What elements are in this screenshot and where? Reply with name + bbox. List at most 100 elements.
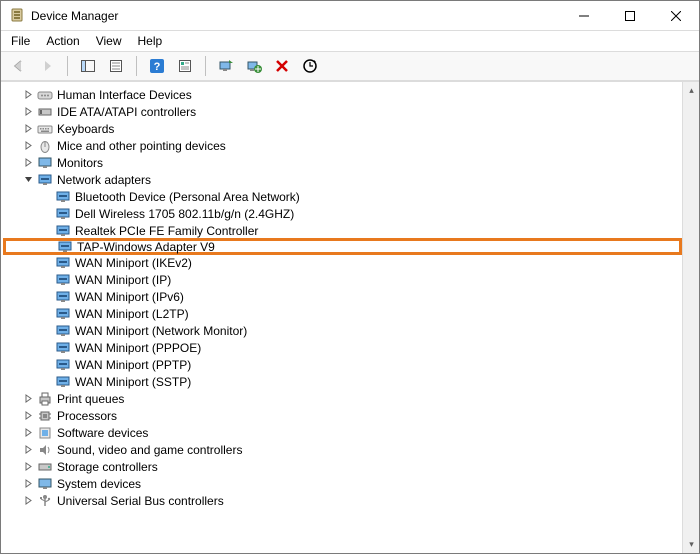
minimize-button[interactable] [561,1,607,31]
tree-label: WAN Miniport (L2TP) [75,307,189,321]
menu-view[interactable]: View [96,34,122,48]
network-adapter-icon [57,239,73,255]
device-tree[interactable]: Human Interface Devices IDE ATA/ATAPI co… [1,82,682,553]
expand-icon[interactable] [21,105,35,119]
tree-node-usb[interactable]: Universal Serial Bus controllers [3,492,682,509]
tree-label: Monitors [57,156,103,170]
device-manager-window: Device Manager File Action View Help [0,0,700,554]
tree-node-wan-ip[interactable]: WAN Miniport (IP) [3,271,682,288]
action-button[interactable] [173,54,197,78]
mouse-icon [37,138,53,154]
tree-label: Dell Wireless 1705 802.11b/g/n (2.4GHZ) [75,207,294,221]
tree-node-keyboards[interactable]: Keyboards [3,120,682,137]
tree-node-realtek-pcie[interactable]: Realtek PCIe FE Family Controller [3,222,682,239]
network-adapter-icon [55,255,71,271]
tree-node-wan-netmon[interactable]: WAN Miniport (Network Monitor) [3,322,682,339]
expand-icon[interactable] [21,443,35,457]
tree-node-wan-ikev2[interactable]: WAN Miniport (IKEv2) [3,254,682,271]
show-hide-console-button[interactable] [76,54,100,78]
scan-hardware-button[interactable] [298,54,322,78]
tree-label: Keyboards [57,122,114,136]
tree-node-wan-l2tp[interactable]: WAN Miniport (L2TP) [3,305,682,322]
tree-label: WAN Miniport (IPv6) [75,290,184,304]
tree-container: Human Interface Devices IDE ATA/ATAPI co… [1,81,699,553]
tree-label: Realtek PCIe FE Family Controller [75,224,258,238]
tree-label: WAN Miniport (SSTP) [75,375,191,389]
forward-button[interactable] [35,54,59,78]
software-icon [37,425,53,441]
network-adapter-icon [55,189,71,205]
tree-node-processors[interactable]: Processors [3,407,682,424]
tree-node-bluetooth-pan[interactable]: Bluetooth Device (Personal Area Network) [3,188,682,205]
expand-icon[interactable] [21,156,35,170]
tree-node-ide[interactable]: IDE ATA/ATAPI controllers [3,103,682,120]
tree-label: Network adapters [57,173,151,187]
toolbar: ? [1,51,699,81]
expand-icon[interactable] [21,494,35,508]
expand-icon[interactable] [21,392,35,406]
tree-node-dell-wireless[interactable]: Dell Wireless 1705 802.11b/g/n (2.4GHZ) [3,205,682,222]
expand-icon[interactable] [21,88,35,102]
menu-file[interactable]: File [11,34,30,48]
expand-icon[interactable] [21,122,35,136]
menubar: File Action View Help [1,31,699,51]
tree-label: Software devices [57,426,148,440]
monitor-icon [37,155,53,171]
window-title: Device Manager [31,9,561,23]
network-adapter-icon [55,272,71,288]
titlebar: Device Manager [1,1,699,31]
menu-action[interactable]: Action [46,34,79,48]
expand-icon[interactable] [21,139,35,153]
tree-node-tap-windows[interactable]: TAP-Windows Adapter V9 [3,238,682,255]
network-adapter-icon [55,206,71,222]
network-adapter-icon [55,357,71,373]
vertical-scrollbar[interactable]: ▴ ▾ [682,82,699,553]
properties-button[interactable] [104,54,128,78]
tree-label: Universal Serial Bus controllers [57,494,224,508]
expand-icon[interactable] [21,409,35,423]
tree-node-print-queues[interactable]: Print queues [3,390,682,407]
window-controls [561,1,699,30]
tree-label: Storage controllers [57,460,158,474]
scroll-down-icon[interactable]: ▾ [683,536,699,553]
usb-icon [37,493,53,509]
network-adapter-icon [55,340,71,356]
tree-node-hid[interactable]: Human Interface Devices [3,86,682,103]
tree-node-wan-ipv6[interactable]: WAN Miniport (IPv6) [3,288,682,305]
tree-node-storage[interactable]: Storage controllers [3,458,682,475]
expand-icon[interactable] [21,426,35,440]
disable-device-button[interactable] [270,54,294,78]
tree-node-mice[interactable]: Mice and other pointing devices [3,137,682,154]
cpu-icon [37,408,53,424]
tree-node-wan-sstp[interactable]: WAN Miniport (SSTP) [3,373,682,390]
tree-node-wan-pppoe[interactable]: WAN Miniport (PPPOE) [3,339,682,356]
update-driver-button[interactable] [214,54,238,78]
network-adapter-icon [55,323,71,339]
expand-icon[interactable] [21,477,35,491]
network-adapter-icon [55,289,71,305]
tree-node-monitors[interactable]: Monitors [3,154,682,171]
close-button[interactable] [653,1,699,31]
tree-label: Print queues [57,392,124,406]
tree-label: WAN Miniport (PPPOE) [75,341,201,355]
back-button[interactable] [7,54,31,78]
tree-label: Sound, video and game controllers [57,443,242,457]
menu-help[interactable]: Help [138,34,163,48]
tree-node-software-devices[interactable]: Software devices [3,424,682,441]
toolbar-separator [205,56,206,76]
scroll-up-icon[interactable]: ▴ [683,82,699,99]
uninstall-device-button[interactable] [242,54,266,78]
help-button[interactable]: ? [145,54,169,78]
network-adapter-icon [55,374,71,390]
app-icon [9,8,25,24]
network-adapter-icon [55,306,71,322]
maximize-button[interactable] [607,1,653,31]
tree-node-system-devices[interactable]: System devices [3,475,682,492]
toolbar-separator [136,56,137,76]
expand-icon[interactable] [21,460,35,474]
tree-label: Bluetooth Device (Personal Area Network) [75,190,300,204]
tree-node-network-adapters[interactable]: Network adapters [3,171,682,188]
collapse-icon[interactable] [21,173,35,187]
tree-node-wan-pptp[interactable]: WAN Miniport (PPTP) [3,356,682,373]
tree-node-sound[interactable]: Sound, video and game controllers [3,441,682,458]
